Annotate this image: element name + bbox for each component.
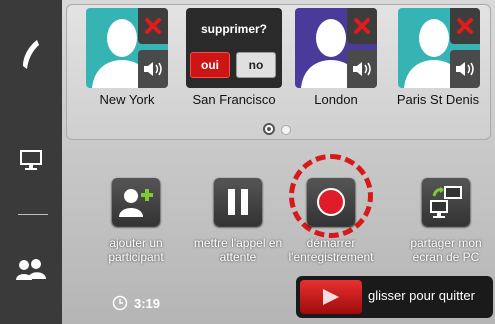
participant-name: Paris St Denis bbox=[396, 92, 480, 107]
participant-card-new-york bbox=[86, 8, 168, 88]
participant-card-london bbox=[295, 8, 377, 88]
clock-icon bbox=[112, 295, 128, 311]
phone-icon[interactable] bbox=[0, 30, 62, 80]
confirm-no-button[interactable]: no bbox=[236, 52, 276, 78]
confirm-yes-button[interactable]: oui bbox=[190, 52, 230, 78]
slide-to-quit[interactable]: glisser pour quitter bbox=[296, 276, 493, 318]
call-duration: 3:19 bbox=[134, 295, 161, 311]
start-recording-button[interactable] bbox=[307, 178, 355, 226]
delete-confirm-dialog: supprimer? oui no bbox=[186, 8, 282, 88]
slide-handle[interactable] bbox=[300, 280, 362, 314]
volume-button[interactable] bbox=[450, 50, 480, 88]
close-icon bbox=[145, 18, 161, 34]
sidebar-divider bbox=[18, 214, 48, 215]
call-panel: New York supprimer? oui no San Francisco… bbox=[62, 0, 495, 324]
participants-tray: New York supprimer? oui no San Francisco… bbox=[66, 4, 491, 140]
start-recording-label: démarrer l'enregistrement bbox=[288, 236, 374, 264]
speaker-icon bbox=[353, 62, 371, 76]
sidebar bbox=[0, 0, 62, 324]
volume-button[interactable] bbox=[347, 50, 377, 88]
remove-participant-button[interactable] bbox=[347, 8, 377, 44]
add-participant-label: ajouter un participant bbox=[108, 236, 164, 264]
speaker-icon bbox=[456, 62, 474, 76]
hold-call-label: mettre l'appel en attente bbox=[193, 236, 283, 264]
pause-icon bbox=[228, 189, 248, 215]
page-dot[interactable] bbox=[281, 125, 291, 135]
monitor-icon[interactable] bbox=[0, 140, 62, 180]
play-icon bbox=[323, 289, 339, 305]
group-icon[interactable] bbox=[0, 250, 62, 290]
volume-button[interactable] bbox=[138, 50, 168, 88]
speaker-icon bbox=[144, 62, 162, 76]
share-screen-icon bbox=[430, 186, 462, 218]
hold-call-button[interactable] bbox=[214, 178, 262, 226]
remove-participant-button[interactable] bbox=[138, 8, 168, 44]
participant-name: New York bbox=[99, 92, 155, 107]
participant-card-paris bbox=[398, 8, 480, 88]
add-user-icon bbox=[119, 189, 153, 217]
share-screen-button[interactable] bbox=[422, 178, 470, 226]
close-icon bbox=[457, 18, 473, 34]
add-participant-button[interactable] bbox=[112, 178, 160, 226]
remove-participant-button[interactable] bbox=[450, 8, 480, 44]
share-screen-label: partager mon écran de PC bbox=[410, 236, 482, 264]
slide-to-quit-label: glisser pour quitter bbox=[368, 288, 475, 303]
close-icon bbox=[354, 18, 370, 34]
page-dot-active[interactable] bbox=[263, 123, 275, 135]
call-timer: 3:19 bbox=[112, 295, 160, 311]
confirm-question: supprimer? bbox=[200, 22, 267, 36]
record-icon bbox=[317, 188, 345, 216]
